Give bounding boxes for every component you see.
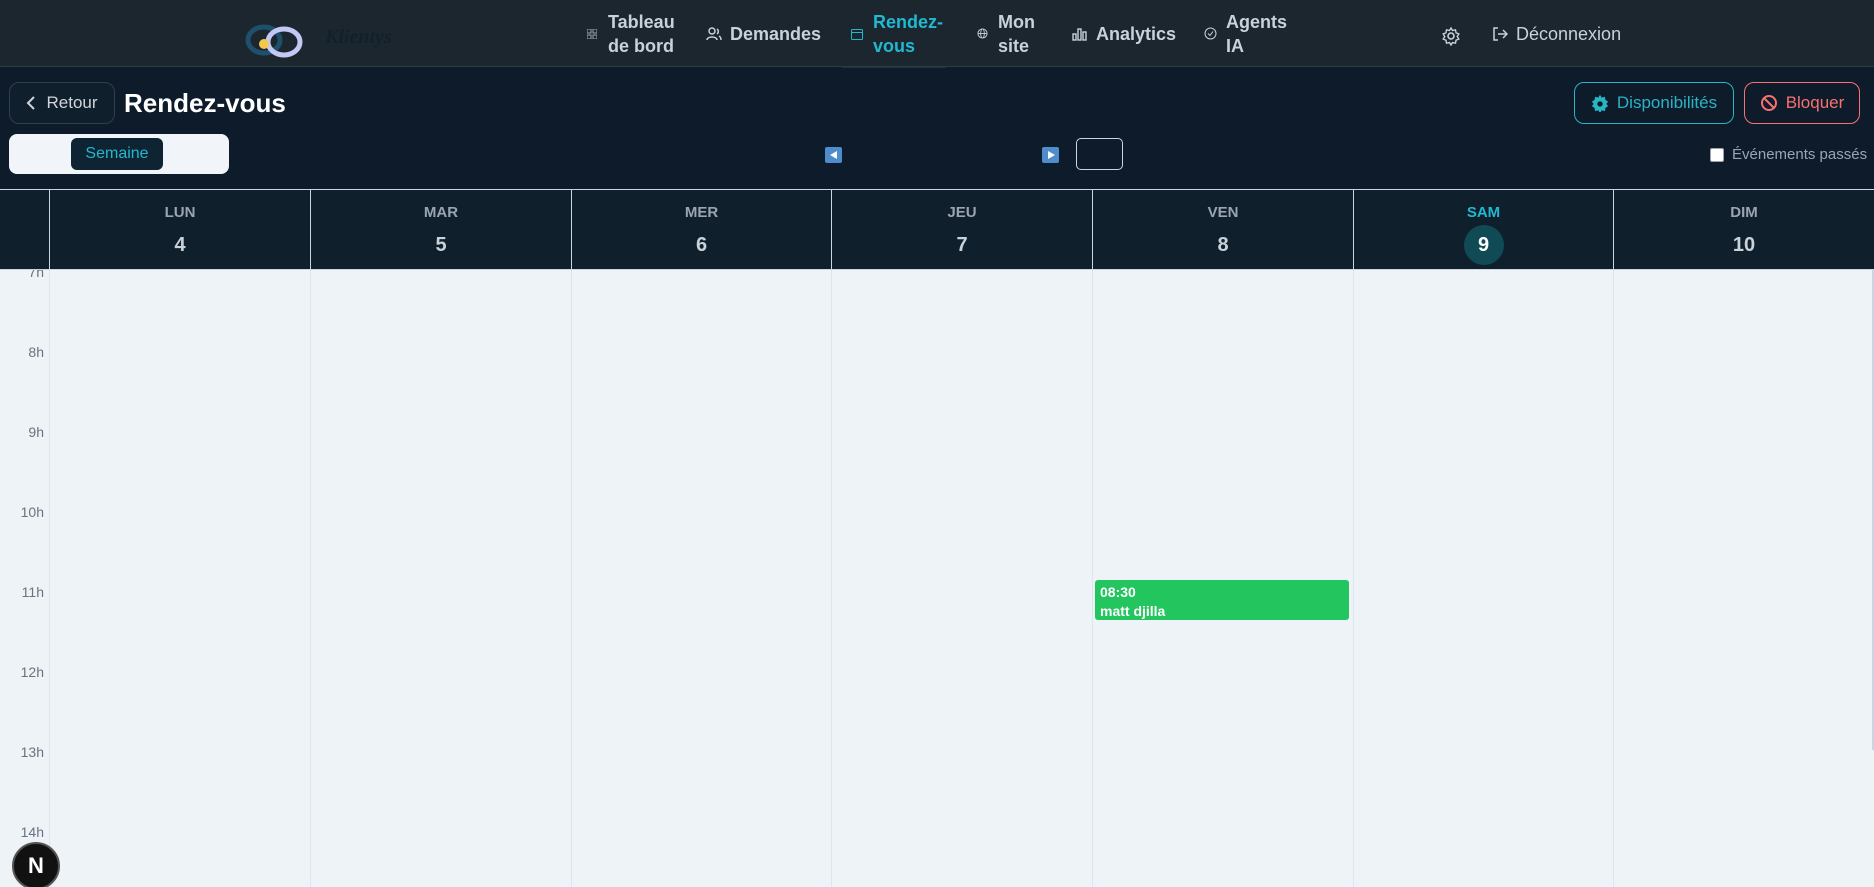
page-title: Rendez-vous [124,88,286,118]
nav-demandes[interactable]: Demandes [706,0,821,67]
day-column-mer[interactable] [571,270,831,887]
gear-icon [1591,94,1609,112]
day-name: MER [684,204,719,221]
devtools-badge[interactable]: N [12,842,60,887]
past-events-toggle[interactable]: Événements passés [1710,146,1867,163]
hour-label: 12h [20,664,44,680]
day-header-mer[interactable]: MER 6 [571,190,831,270]
past-events-checkbox[interactable] [1710,147,1724,162]
availability-button[interactable]: Disponibilités [1574,82,1734,124]
hour-label: 13h [20,744,44,760]
view-toggle: Semaine [9,134,229,174]
hour-label: 10h [20,504,44,520]
bar-chart-icon [1072,26,1088,42]
back-button[interactable]: Retour [9,82,115,124]
day-column-jeu[interactable] [831,270,1092,887]
day-header-dim[interactable]: DIM 10 [1613,190,1874,270]
day-header-lun[interactable]: LUN 4 [49,190,310,270]
nav-mon-site[interactable]: Mon site [974,0,1040,67]
day-number: 6 [695,234,708,256]
day-number: 8 [1217,234,1229,256]
users-icon [706,26,722,42]
day-number: 10 [1732,234,1756,256]
day-header-sam-today[interactable]: SAM 9 [1353,190,1613,270]
view-option-semaine[interactable]: Semaine [71,138,163,170]
day-name: MAR [423,204,459,221]
block-label: Bloquer [1785,93,1845,112]
gear-icon[interactable] [1441,26,1461,46]
event-time: 08:30 [1100,584,1136,600]
day-number: 5 [435,234,447,256]
next-week-button[interactable] [1042,147,1059,163]
day-number: 7 [956,234,968,256]
day-number: 9 [1463,225,1504,265]
day-name: JEU [947,204,977,221]
availability-label: Disponibilités [1616,93,1718,112]
calendar-icon [849,26,865,42]
nav-label: Tableau de bord [608,11,675,56]
nav-tableau-de-bord[interactable]: Tableau de bord [584,0,675,67]
back-label: Retour [46,93,98,112]
nav-label: Mon site [998,11,1035,56]
past-events-label: Événements passés [1732,146,1868,163]
brand-logo-icon[interactable] [244,20,306,60]
today-button[interactable] [1076,138,1123,170]
globe-icon [974,26,990,42]
nav-label: Rendez-vous [873,11,944,56]
clock-icon [1202,26,1218,42]
nav-rendez-vous[interactable]: Rendez-vous [835,0,953,68]
nav-label: Agents IA [1226,11,1288,56]
triangle-right-icon [1047,151,1055,159]
week-calendar: LUN 4 MAR 5 MER 6 JEU 7 VEN 8 SAM 9 DIM … [0,189,1874,887]
time-grid: 7h 8h 9h 10h 11h 12h 13h 14h 08:30 matt … [0,270,1874,887]
day-header-mar[interactable]: MAR 5 [310,190,571,270]
logout-label: Déconnexion [1516,23,1622,44]
hour-label: 8h [28,344,44,360]
event-title: matt djilla [1100,603,1166,619]
grid-icon [584,26,600,42]
day-column-mar[interactable] [310,270,571,887]
day-header-jeu[interactable]: JEU 7 [831,190,1092,270]
logout-icon [1492,26,1508,42]
hour-label: 14h [20,824,44,840]
nav-label: Demandes [730,23,822,44]
logout-button[interactable]: Déconnexion [1492,0,1621,67]
day-name: DIM [1730,204,1758,221]
block-button[interactable]: Bloquer [1744,82,1860,124]
day-column-sam[interactable] [1353,270,1613,887]
day-name: VEN [1207,204,1239,221]
prev-week-button[interactable] [825,147,842,163]
day-column-ven[interactable] [1092,270,1353,887]
day-column-lun[interactable] [49,270,310,887]
calendar-event[interactable]: 08:30 matt djilla [1095,580,1349,620]
hour-label: 9h [28,424,44,440]
day-number: 4 [174,234,186,256]
top-navbar: Klientys Tableau de bord Demandes Rendez… [0,0,1874,68]
day-header-ven[interactable]: VEN 8 [1092,190,1353,270]
hour-label: 7h [28,270,44,280]
nav-agents-ia[interactable]: Agents IA [1202,0,1288,67]
day-name: LUN [164,204,196,221]
day-column-dim[interactable] [1613,270,1874,887]
nav-analytics[interactable]: Analytics [1072,0,1176,67]
nav-label: Analytics [1096,23,1177,44]
brand-name[interactable]: Klientys [325,26,392,49]
chevron-left-icon [27,96,36,110]
day-name: SAM [1466,204,1501,221]
hour-label: 11h [21,584,44,600]
triangle-left-icon [829,151,837,159]
block-icon [1760,95,1777,111]
day-header-row: LUN 4 MAR 5 MER 6 JEU 7 VEN 8 SAM 9 DIM … [0,189,1874,270]
